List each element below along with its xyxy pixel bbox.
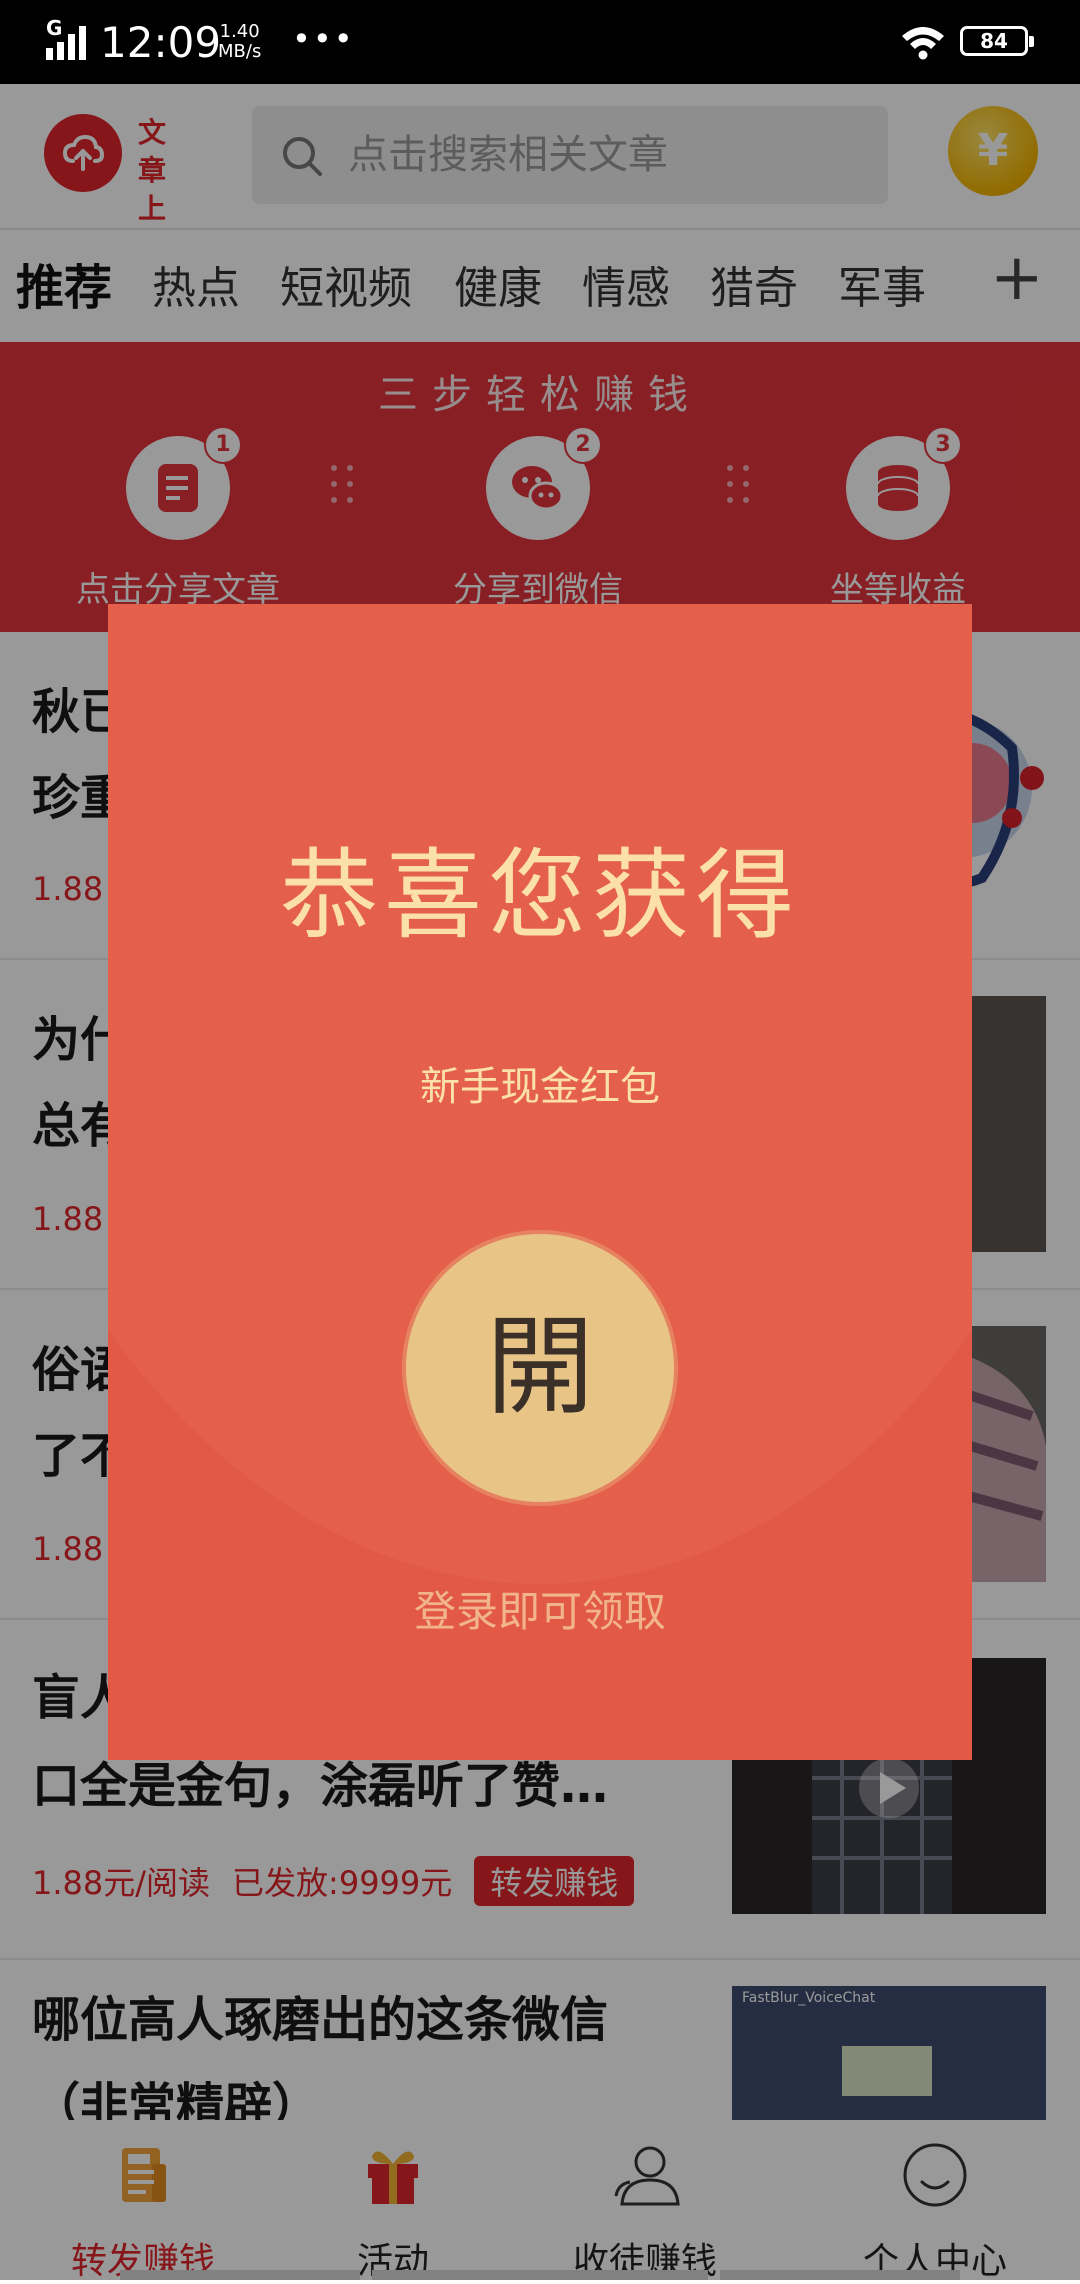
speed-unit: MB/s (218, 41, 262, 62)
open-label: 開 (485, 1305, 594, 1430)
login-to-claim-link[interactable]: 登录即可领取 (108, 1578, 972, 1639)
battery-level: 84 (980, 29, 1008, 53)
signal-icon (46, 26, 86, 60)
more-dots-icon: ••• (292, 20, 355, 58)
network-speed: 1.40 MB/s (218, 22, 261, 62)
open-red-packet-button[interactable]: 開 (406, 1234, 674, 1502)
clock: 12:09 (100, 18, 222, 67)
wifi-icon (902, 27, 944, 60)
battery-icon: 84 (960, 26, 1034, 56)
speed-value: 1.40 (219, 21, 260, 42)
packet-subtitle: 新手现金红包 (420, 1064, 660, 1110)
red-packet-modal: 恭喜您获得 新手现金红包 開 登录即可领取 (108, 604, 972, 1760)
packet-title: 恭喜您获得 (279, 839, 800, 953)
status-bar: G 12:09 1.40 MB/s ••• 84 (0, 0, 1080, 84)
